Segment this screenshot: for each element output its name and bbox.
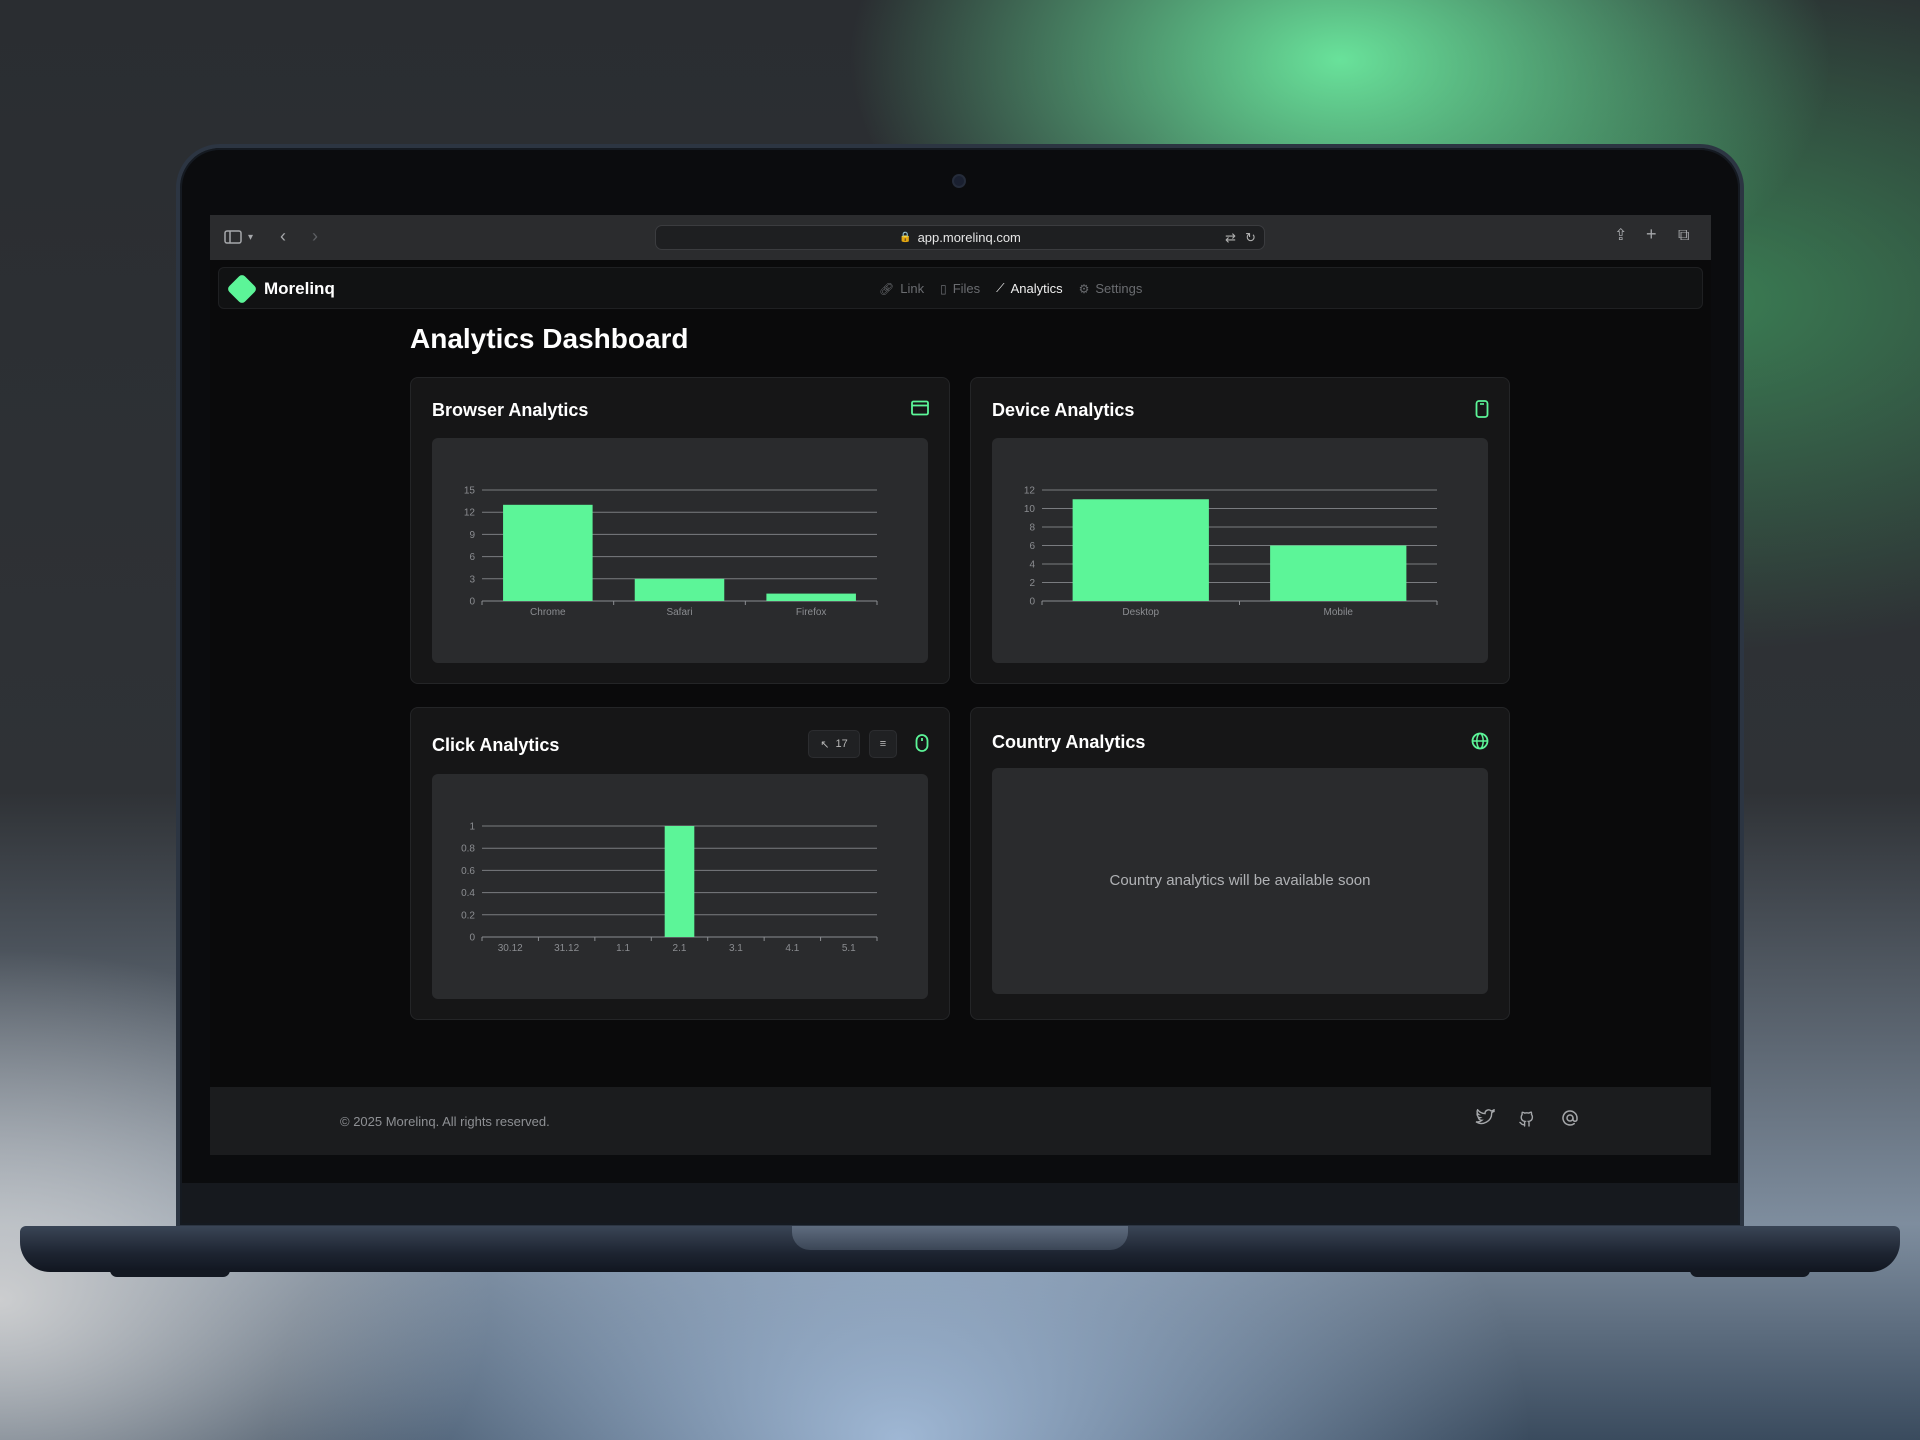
- bar-mobile: [1270, 545, 1407, 601]
- device-chart: 0 2 4 6 8 10 12 Desktop Mobile: [992, 438, 1488, 663]
- y-tick-label: 8: [1029, 523, 1035, 534]
- card-title: Device Analytics: [992, 400, 1135, 420]
- link-icon: 🔗︎: [879, 281, 895, 296]
- x-tick-label: 5.1: [842, 943, 856, 954]
- tabs-icon[interactable]: ⧉: [1678, 228, 1689, 244]
- click-bar-chart: 0 0.2 0.4 0.6 0.8 1 30.12 31.12 1.1 2.1 3.1 4.1 5.1: [461, 822, 878, 954]
- y-tick-label: 4: [1029, 560, 1035, 571]
- card-title: Browser Analytics: [432, 400, 589, 420]
- address-bar[interactable]: 🔒 app.morelinq.com ⇄ ↻: [655, 225, 1265, 250]
- browser-bar-chart: 0 3 6 9 12 15 Chrome Safari Firefox: [464, 486, 878, 618]
- x-tick-label: 31.12: [554, 943, 579, 954]
- bezel-bottom: [182, 1183, 1738, 1223]
- y-tick-label: 0: [469, 597, 475, 608]
- y-tick-label: 12: [464, 508, 476, 519]
- back-icon[interactable]: ‹: [280, 227, 286, 245]
- x-tick-label: Safari: [666, 607, 692, 618]
- x-tick-label: 3.1: [729, 943, 743, 954]
- laptop-hinge: [792, 1226, 1128, 1250]
- x-tick-label: Mobile: [1324, 607, 1354, 618]
- bar-safari: [634, 578, 725, 601]
- globe-icon: [1471, 732, 1489, 755]
- x-tick-label: Desktop: [1122, 607, 1159, 618]
- device-analytics-card: Device Analytics 0 2 4 6 8 10 12 Desktop Mobile: [970, 377, 1510, 684]
- y-tick-label: 10: [1024, 504, 1036, 515]
- country-placeholder: Country analytics will be available soon: [992, 768, 1488, 994]
- y-tick-label: 12: [1024, 486, 1036, 497]
- screen: ▾ ‹ › 🔒 app.morelinq.com ⇄ ↻ ⇪ + ⧉ Morel…: [210, 215, 1711, 1155]
- logo-icon[interactable]: [226, 273, 258, 305]
- nav-links: 🔗︎ Link ▯ Files ⟋ Analytics ⚙︎ Settings: [879, 281, 1142, 296]
- url-text: app.morelinq.com: [917, 230, 1021, 245]
- y-tick-label: 2: [1029, 578, 1035, 589]
- y-tick-label: 0.8: [461, 844, 475, 855]
- lock-icon: 🔒: [899, 232, 912, 243]
- laptop-foot: [110, 1270, 230, 1277]
- nav-item-link[interactable]: 🔗︎ Link: [879, 281, 924, 296]
- bar-firefox: [766, 593, 856, 601]
- laptop-foot: [1690, 1270, 1810, 1277]
- y-tick-label: 0.4: [461, 888, 475, 899]
- chevron-down-icon[interactable]: ▾: [248, 230, 253, 246]
- forward-icon[interactable]: ›: [312, 227, 318, 245]
- browser-toolbar: ▾ ‹ › 🔒 app.morelinq.com ⇄ ↻ ⇪ + ⧉: [210, 215, 1711, 260]
- share-icon[interactable]: ⇪: [1614, 228, 1627, 244]
- y-tick-label: 0: [469, 933, 475, 944]
- cursor-click-icon: ↖: [820, 738, 830, 751]
- bar-2-1: [664, 826, 695, 937]
- chart-icon: ⟋: [996, 281, 1005, 295]
- y-tick-label: 0.6: [461, 866, 475, 877]
- nav-item-files[interactable]: ▯ Files: [940, 281, 980, 296]
- x-tick-label: Chrome: [530, 607, 566, 618]
- device-bar-chart: 0 2 4 6 8 10 12 Desktop Mobile: [1024, 486, 1438, 618]
- y-tick-label: 3: [469, 574, 475, 585]
- plus-icon[interactable]: +: [1646, 225, 1657, 243]
- nav-item-settings[interactable]: ⚙︎ Settings: [1079, 281, 1143, 296]
- translate-icon[interactable]: ⇄: [1225, 230, 1236, 246]
- y-tick-label: 6: [469, 552, 475, 563]
- x-tick-label: 4.1: [785, 943, 799, 954]
- click-count: 17: [835, 738, 848, 750]
- browser-chart: 0 3 6 9 12 15 Chrome Safari Firefox: [432, 438, 928, 663]
- copyright: © 2025 Morelinq. All rights reserved.: [340, 1114, 550, 1129]
- x-tick-label: 2.1: [673, 943, 687, 954]
- bar-desktop: [1072, 499, 1209, 601]
- sidebar-icon[interactable]: [224, 229, 242, 249]
- x-tick-label: Firefox: [796, 607, 827, 618]
- filter-icon: ≡: [879, 738, 887, 750]
- card-title: Country Analytics: [992, 732, 1146, 752]
- app-navbar: Morelinq 🔗︎ Link ▯ Files ⟋ Analytics ⚙︎ …: [218, 267, 1703, 309]
- click-count-badge[interactable]: ↖ 17: [808, 730, 860, 758]
- footer: © 2025 Morelinq. All rights reserved.: [210, 1087, 1711, 1155]
- browser-window-icon: [911, 400, 929, 421]
- page-title: Analytics Dashboard: [410, 323, 689, 354]
- browser-analytics-card: Browser Analytics 0 3 6 9 12 15 Chrome Safari Fi…: [410, 377, 950, 684]
- bar-chrome: [503, 504, 593, 601]
- y-tick-label: 1: [469, 822, 475, 833]
- at-icon[interactable]: [1561, 1109, 1579, 1132]
- x-tick-label: 1.1: [616, 943, 630, 954]
- click-analytics-card: Click Analytics ↖ 17 ≡ 0 0.2 0.4 0.6 0.8 1 30.…: [410, 707, 950, 1020]
- twitter-icon[interactable]: [1475, 1108, 1495, 1132]
- country-analytics-card: Country Analytics Country analytics will…: [970, 707, 1510, 1020]
- nav-item-analytics[interactable]: ⟋ Analytics: [996, 281, 1062, 296]
- brand-name[interactable]: Morelinq: [264, 279, 335, 299]
- y-tick-label: 15: [464, 486, 476, 497]
- card-title: Click Analytics: [432, 735, 560, 755]
- y-tick-label: 0: [1029, 597, 1035, 608]
- y-tick-label: 9: [469, 530, 475, 541]
- file-icon: ▯: [940, 281, 947, 296]
- phone-icon: [1475, 400, 1489, 423]
- filter-button[interactable]: ≡: [869, 730, 897, 758]
- y-tick-label: 6: [1029, 541, 1035, 552]
- y-tick-label: 0.2: [461, 910, 475, 921]
- reload-icon[interactable]: ↻: [1245, 230, 1256, 246]
- github-icon[interactable]: [1518, 1109, 1536, 1132]
- coming-soon-message: Country analytics will be available soon: [1109, 872, 1371, 889]
- gear-icon: ⚙︎: [1078, 281, 1090, 296]
- x-tick-label: 30.12: [498, 943, 523, 954]
- mouse-icon: [915, 734, 929, 757]
- click-chart: 0 0.2 0.4 0.6 0.8 1 30.12 31.12 1.1 2.1 3.1 4.1 5.1: [432, 774, 928, 999]
- camera: [952, 174, 966, 188]
